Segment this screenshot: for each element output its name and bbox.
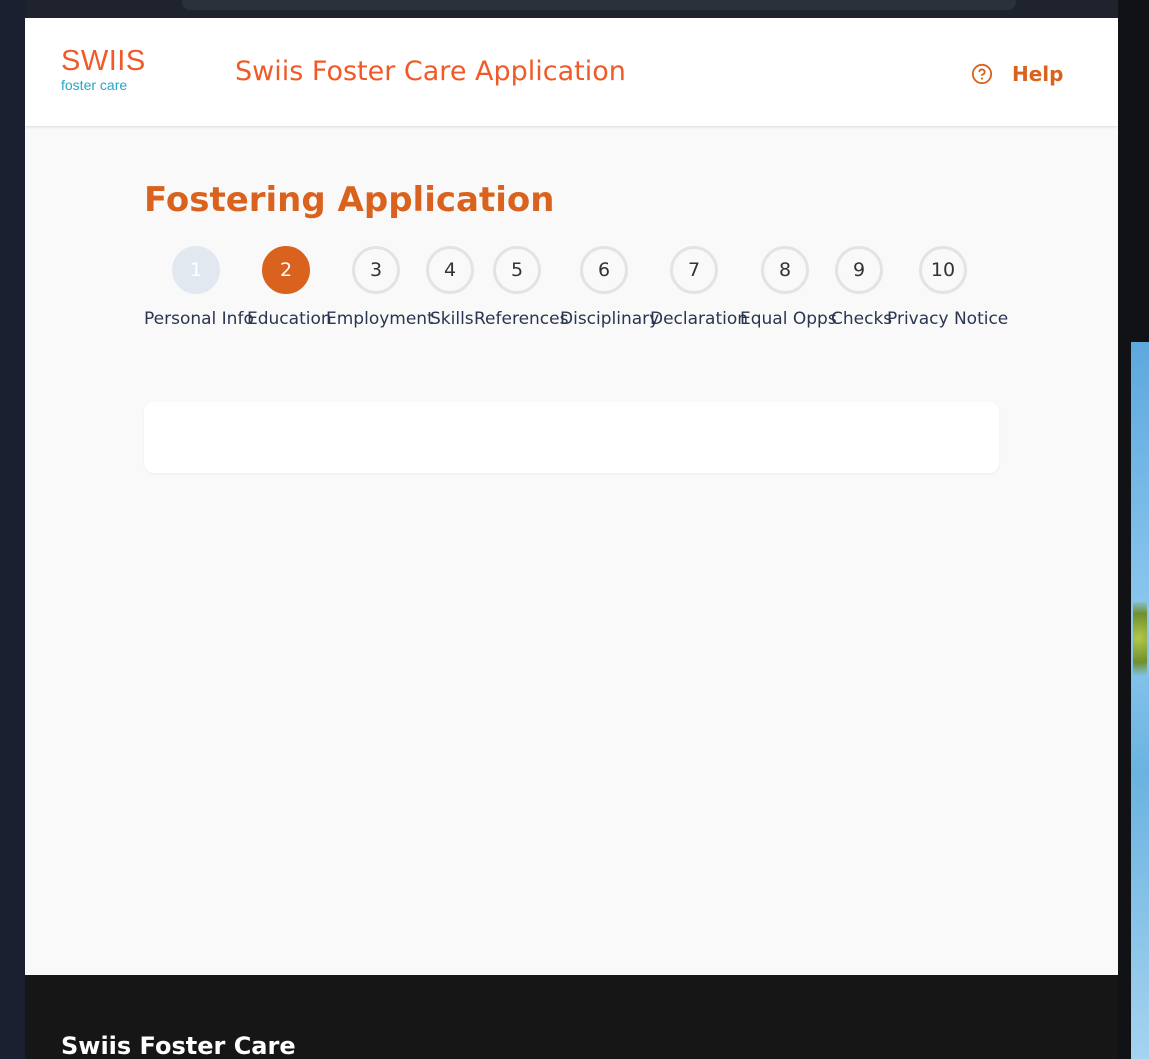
step-10-circle[interactable]: 10 [919, 246, 967, 294]
step-1-circle[interactable]: 1 [172, 246, 220, 294]
app-footer: Swiis Foster Care [25, 975, 1118, 1059]
step-6-circle[interactable]: 6 [580, 246, 628, 294]
step-8-label[interactable]: Equal Opps [740, 307, 837, 331]
app-header: SWIIS foster care Swiis Foster Care Appl… [25, 18, 1118, 126]
step-6-label[interactable]: Disciplinary [560, 307, 659, 331]
step-4-circle[interactable]: 4 [426, 246, 474, 294]
step-7-label[interactable]: Declaration [650, 307, 748, 331]
wallpaper-leaf [1133, 602, 1147, 692]
step-2-label[interactable]: Education [247, 307, 332, 331]
app-title: Swiis Foster Care Application [235, 56, 626, 87]
question-circle-icon [971, 63, 993, 85]
desktop-left-edge [0, 0, 25, 1059]
logo-wordmark[interactable]: SWIIS [61, 44, 146, 78]
step-3-circle[interactable]: 3 [352, 246, 400, 294]
step-1-label[interactable]: Personal Info [144, 307, 254, 331]
step-8-circle[interactable]: 8 [761, 246, 809, 294]
page-title: Fostering Application [144, 180, 555, 220]
step-5-label[interactable]: References [474, 307, 568, 331]
step-10-label[interactable]: Privacy Notice [887, 307, 1008, 331]
step-3-label[interactable]: Employment [326, 307, 434, 331]
step-9-label[interactable]: Checks [831, 307, 892, 331]
logo-tagline: foster care [61, 77, 128, 93]
step-5-circle[interactable]: 5 [493, 246, 541, 294]
help-button[interactable]: Help [971, 58, 1063, 90]
footer-title: Swiis Foster Care [61, 1032, 296, 1059]
address-bar[interactable] [182, 0, 1016, 10]
step-7-circle[interactable]: 7 [670, 246, 718, 294]
step-4-label[interactable]: Skills [430, 307, 474, 331]
desktop-wallpaper [1131, 342, 1149, 1059]
application-window: SWIIS foster care Swiis Foster Care Appl… [25, 18, 1118, 1059]
step-9-circle[interactable]: 9 [835, 246, 883, 294]
browser-toolbar [25, 0, 1118, 18]
form-card [144, 402, 999, 473]
help-label: Help [1012, 62, 1064, 86]
step-2-circle[interactable]: 2 [262, 246, 310, 294]
